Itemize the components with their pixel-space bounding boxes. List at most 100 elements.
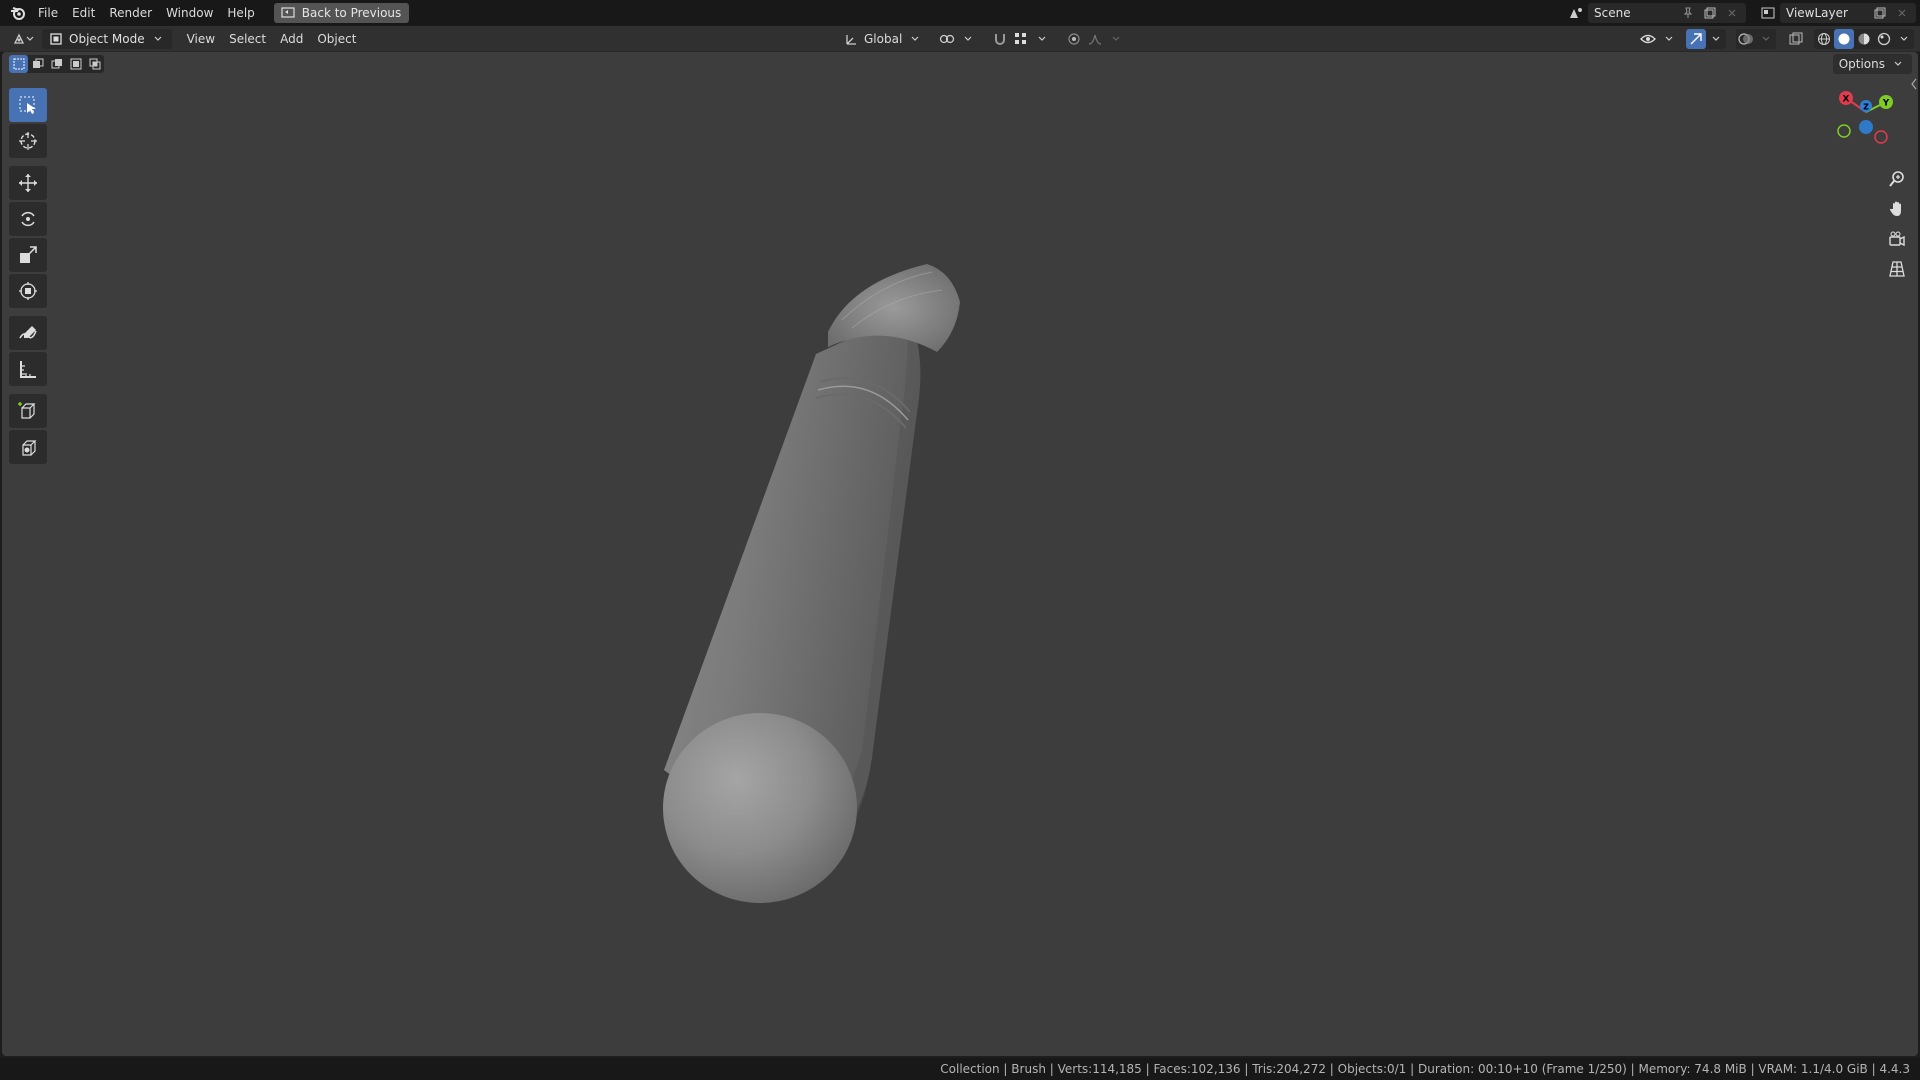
- axis-z-label: Z: [1863, 103, 1869, 112]
- scene-selector[interactable]: Scene: [1588, 3, 1746, 23]
- falloff-curve-icon[interactable]: [1087, 31, 1103, 47]
- annotate-tool-icon[interactable]: [9, 316, 47, 350]
- select-box-tool-icon[interactable]: [9, 88, 47, 122]
- cursor-tool-icon[interactable]: [9, 124, 47, 158]
- pin-icon[interactable]: [1680, 5, 1696, 21]
- gizmo-toggle[interactable]: [1686, 29, 1726, 49]
- transform-controls: Global: [838, 29, 1129, 49]
- navigation-buttons: [1884, 167, 1910, 281]
- brush-mesh-object[interactable]: [2, 52, 1918, 1056]
- mode-selector[interactable]: Object Mode: [42, 28, 172, 49]
- menu-edit[interactable]: Edit: [65, 3, 102, 23]
- blender-logo-icon[interactable]: [5, 0, 31, 26]
- material-preview-shading-icon[interactable]: [1854, 29, 1874, 49]
- scale-tool-icon[interactable]: [9, 238, 47, 272]
- gizmo-icon[interactable]: [1686, 29, 1706, 49]
- chevron-down-icon: [1034, 31, 1050, 47]
- add-primitive-tool-icon[interactable]: [9, 430, 47, 464]
- top-right-controls: Scene ViewLayer: [1568, 0, 1920, 26]
- transform-tool-icon[interactable]: [9, 274, 47, 308]
- new-scene-icon[interactable]: [1702, 5, 1718, 21]
- perspective-ortho-toggle-icon[interactable]: [1884, 257, 1910, 281]
- options-dropdown[interactable]: Options: [1832, 54, 1912, 74]
- snap-magnet-icon[interactable]: [992, 31, 1008, 47]
- sidebar-toggle-icon[interactable]: [1910, 76, 1918, 92]
- new-view-layer-icon[interactable]: [1872, 5, 1888, 21]
- select-intersect-icon[interactable]: [85, 55, 104, 73]
- chevron-down-icon[interactable]: [1756, 29, 1776, 49]
- menu-add[interactable]: Add: [273, 32, 310, 46]
- menu-help[interactable]: Help: [220, 3, 261, 23]
- select-subtract-icon[interactable]: [47, 55, 66, 73]
- measure-tool-icon[interactable]: [9, 352, 47, 386]
- viewport-header: Object Mode View Select Add Object Globa…: [0, 26, 1920, 52]
- rotate-tool-icon[interactable]: [9, 202, 47, 236]
- orientation-axes-icon: [843, 31, 859, 47]
- close-scene-icon[interactable]: [1724, 5, 1740, 21]
- axis-neg-y-handle: [1837, 124, 1851, 138]
- proportional-editing-controls[interactable]: [1061, 29, 1129, 49]
- object-mode-icon: [48, 31, 64, 47]
- chevron-down-icon[interactable]: [1894, 29, 1914, 49]
- chevron-down-icon: [1661, 31, 1677, 47]
- add-cube-tool-icon[interactable]: [9, 394, 47, 428]
- editor-type-icon[interactable]: [12, 31, 36, 47]
- solid-shading-icon[interactable]: [1834, 29, 1854, 49]
- axis-neg-z-handle: [1859, 120, 1873, 134]
- viewport-shading-controls: [1635, 29, 1914, 49]
- shading-mode-selector[interactable]: [1814, 29, 1914, 49]
- selection-mode-buttons: [9, 55, 104, 73]
- wireframe-shading-icon[interactable]: [1814, 29, 1834, 49]
- menu-render[interactable]: Render: [102, 3, 159, 23]
- rendered-shading-icon[interactable]: [1874, 29, 1894, 49]
- chevron-down-icon[interactable]: [1706, 29, 1726, 49]
- options-label: Options: [1838, 57, 1885, 71]
- move-tool-icon[interactable]: [9, 166, 47, 200]
- screen-back-icon: [280, 5, 296, 21]
- visibility-dropdown[interactable]: [1635, 29, 1682, 49]
- snap-controls[interactable]: [987, 29, 1055, 49]
- view-layer-type-icon[interactable]: [1760, 5, 1776, 21]
- menu-file[interactable]: File: [31, 3, 65, 23]
- close-view-layer-icon[interactable]: [1894, 5, 1910, 21]
- scene-name[interactable]: Scene: [1594, 6, 1674, 20]
- menu-view[interactable]: View: [180, 32, 222, 46]
- camera-view-icon[interactable]: [1884, 227, 1910, 251]
- axis-neg-x-handle: [1874, 130, 1888, 144]
- pan-hand-icon[interactable]: [1884, 197, 1910, 221]
- transform-orientation-label: Global: [864, 32, 903, 46]
- mode-label: Object Mode: [69, 31, 145, 46]
- status-bar: Collection | Brush | Verts:114,185 | Fac…: [0, 1058, 1920, 1080]
- scene-type-icon[interactable]: [1568, 5, 1584, 21]
- view-layer-selector[interactable]: ViewLayer: [1780, 3, 1916, 23]
- xray-toggle-icon[interactable]: [1786, 29, 1806, 49]
- select-new-icon[interactable]: [9, 55, 28, 73]
- menu-object[interactable]: Object: [310, 32, 363, 46]
- chevron-down-icon: [150, 31, 166, 47]
- proportional-editing-icon[interactable]: [1066, 31, 1082, 47]
- view-layer-name[interactable]: ViewLayer: [1786, 6, 1866, 20]
- 3d-viewport[interactable]: Options X Y Z: [2, 52, 1918, 1056]
- menu-window[interactable]: Window: [159, 3, 220, 23]
- select-extend-icon[interactable]: [28, 55, 47, 73]
- chevron-down-icon: [907, 31, 923, 47]
- axis-x-label: X: [1843, 95, 1850, 105]
- tool-shelf: [9, 88, 47, 466]
- chevron-down-icon: [1108, 31, 1124, 47]
- overlays-toggle[interactable]: [1736, 29, 1776, 49]
- navigation-gizmo[interactable]: X Y Z: [1826, 72, 1906, 152]
- transform-orientation-dropdown[interactable]: Global: [838, 29, 928, 49]
- select-invert-icon[interactable]: [66, 55, 85, 73]
- axis-y-label: Y: [1882, 99, 1890, 109]
- chevron-down-icon: [960, 31, 976, 47]
- overlays-icon[interactable]: [1736, 29, 1756, 49]
- back-to-previous-label: Back to Previous: [301, 6, 402, 20]
- back-to-previous-button[interactable]: Back to Previous: [273, 3, 410, 23]
- menu-select[interactable]: Select: [222, 32, 273, 46]
- pivot-point-dropdown[interactable]: [934, 29, 981, 49]
- eye-icon: [1640, 31, 1656, 47]
- snap-grid-icon[interactable]: [1013, 31, 1029, 47]
- scene-statistics: Collection | Brush | Verts:114,185 | Fac…: [940, 1062, 1910, 1076]
- zoom-icon[interactable]: [1884, 167, 1910, 191]
- top-bar: File Edit Render Window Help Back to Pre…: [0, 0, 1920, 26]
